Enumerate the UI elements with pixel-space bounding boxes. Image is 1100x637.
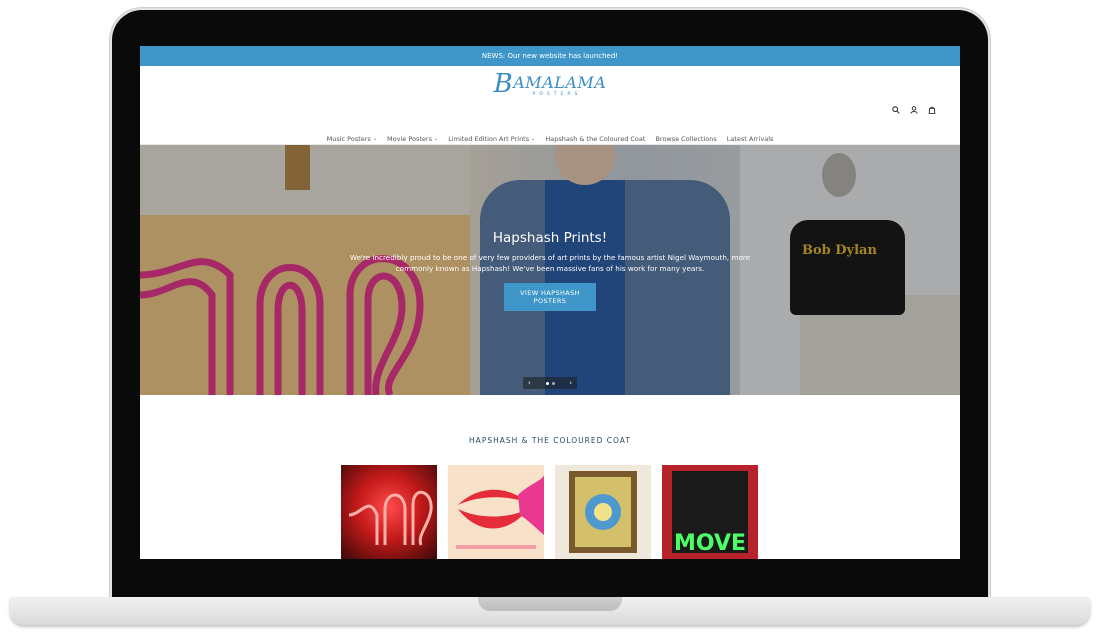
product-card-3[interactable] [555, 465, 651, 559]
nav-item-music-posters[interactable]: Music Posters ⌄ [327, 135, 377, 143]
product-4-print: MOVE [674, 531, 746, 556]
laptop-notch [478, 597, 622, 611]
nav-item-browse-collections[interactable]: Browse Collections [655, 135, 716, 143]
product-card-1[interactable] [341, 465, 437, 559]
site-logo[interactable]: BAMALAMA POSTERS [494, 71, 606, 106]
announcement-bar[interactable]: NEWS: Our new website has launched! [140, 46, 960, 66]
product-image-4: MOVE [662, 465, 758, 559]
slide-dot-1[interactable] [545, 381, 549, 385]
slide-dots [545, 381, 555, 385]
slide-dot-2[interactable] [551, 381, 555, 385]
view-hapshash-button[interactable]: VIEW HAPSHASH POSTERS [504, 283, 596, 311]
nav-item-hapshash[interactable]: Hapshash & the Coloured Coat [545, 135, 645, 143]
hero-content: Hapshash Prints! We're incredibly proud … [140, 230, 960, 311]
product-card-4[interactable]: MOVE [662, 465, 758, 559]
header-icons [892, 106, 936, 114]
slide-prev-icon[interactable]: ‹ [528, 379, 531, 387]
slide-next-icon[interactable]: › [569, 379, 572, 387]
logo-wordmark: BAMALAMA [493, 69, 607, 99]
hero-slideshow: Bob Dylan Hapshash Prints! We're incredi… [140, 145, 960, 395]
user-icon[interactable] [910, 106, 918, 114]
nav-item-limited-edition[interactable]: Limited Edition Art Prints ⌄ [448, 135, 535, 143]
product-image-3 [569, 471, 637, 553]
announcement-text: NEWS: Our new website has launched! [481, 52, 619, 60]
chevron-down-icon: ⌄ [433, 136, 439, 142]
browser-viewport: NEWS: Our new website has launched! BAMA… [140, 46, 960, 559]
slideshow-controls: ‹ › [523, 377, 577, 389]
cart-icon[interactable] [928, 106, 936, 114]
nav-item-movie-posters[interactable]: Movie Posters ⌄ [387, 135, 438, 143]
search-icon[interactable] [892, 106, 900, 114]
product-image-2 [456, 475, 544, 549]
nav-item-latest-arrivals[interactable]: Latest Arrivals [727, 135, 774, 143]
site-header: BAMALAMA POSTERS Music Posters ⌄ Movie Po… [140, 66, 960, 145]
hero-text: We're incredibly proud to be one of very… [349, 253, 751, 273]
chevron-down-icon: ⌄ [531, 136, 536, 142]
collection-title: HAPSHASH & THE COLOURED COAT [469, 436, 631, 445]
main-nav: Music Posters ⌄ Movie Posters ⌄ Limited Ed… [140, 135, 960, 143]
product-image-1 [348, 491, 433, 546]
product-grid: MOVE [341, 465, 758, 559]
hero-title: Hapshash Prints! [492, 230, 608, 246]
chevron-down-icon: ⌄ [372, 136, 378, 142]
logo-subtitle: POSTERS [532, 92, 582, 97]
product-card-2[interactable] [448, 465, 544, 559]
